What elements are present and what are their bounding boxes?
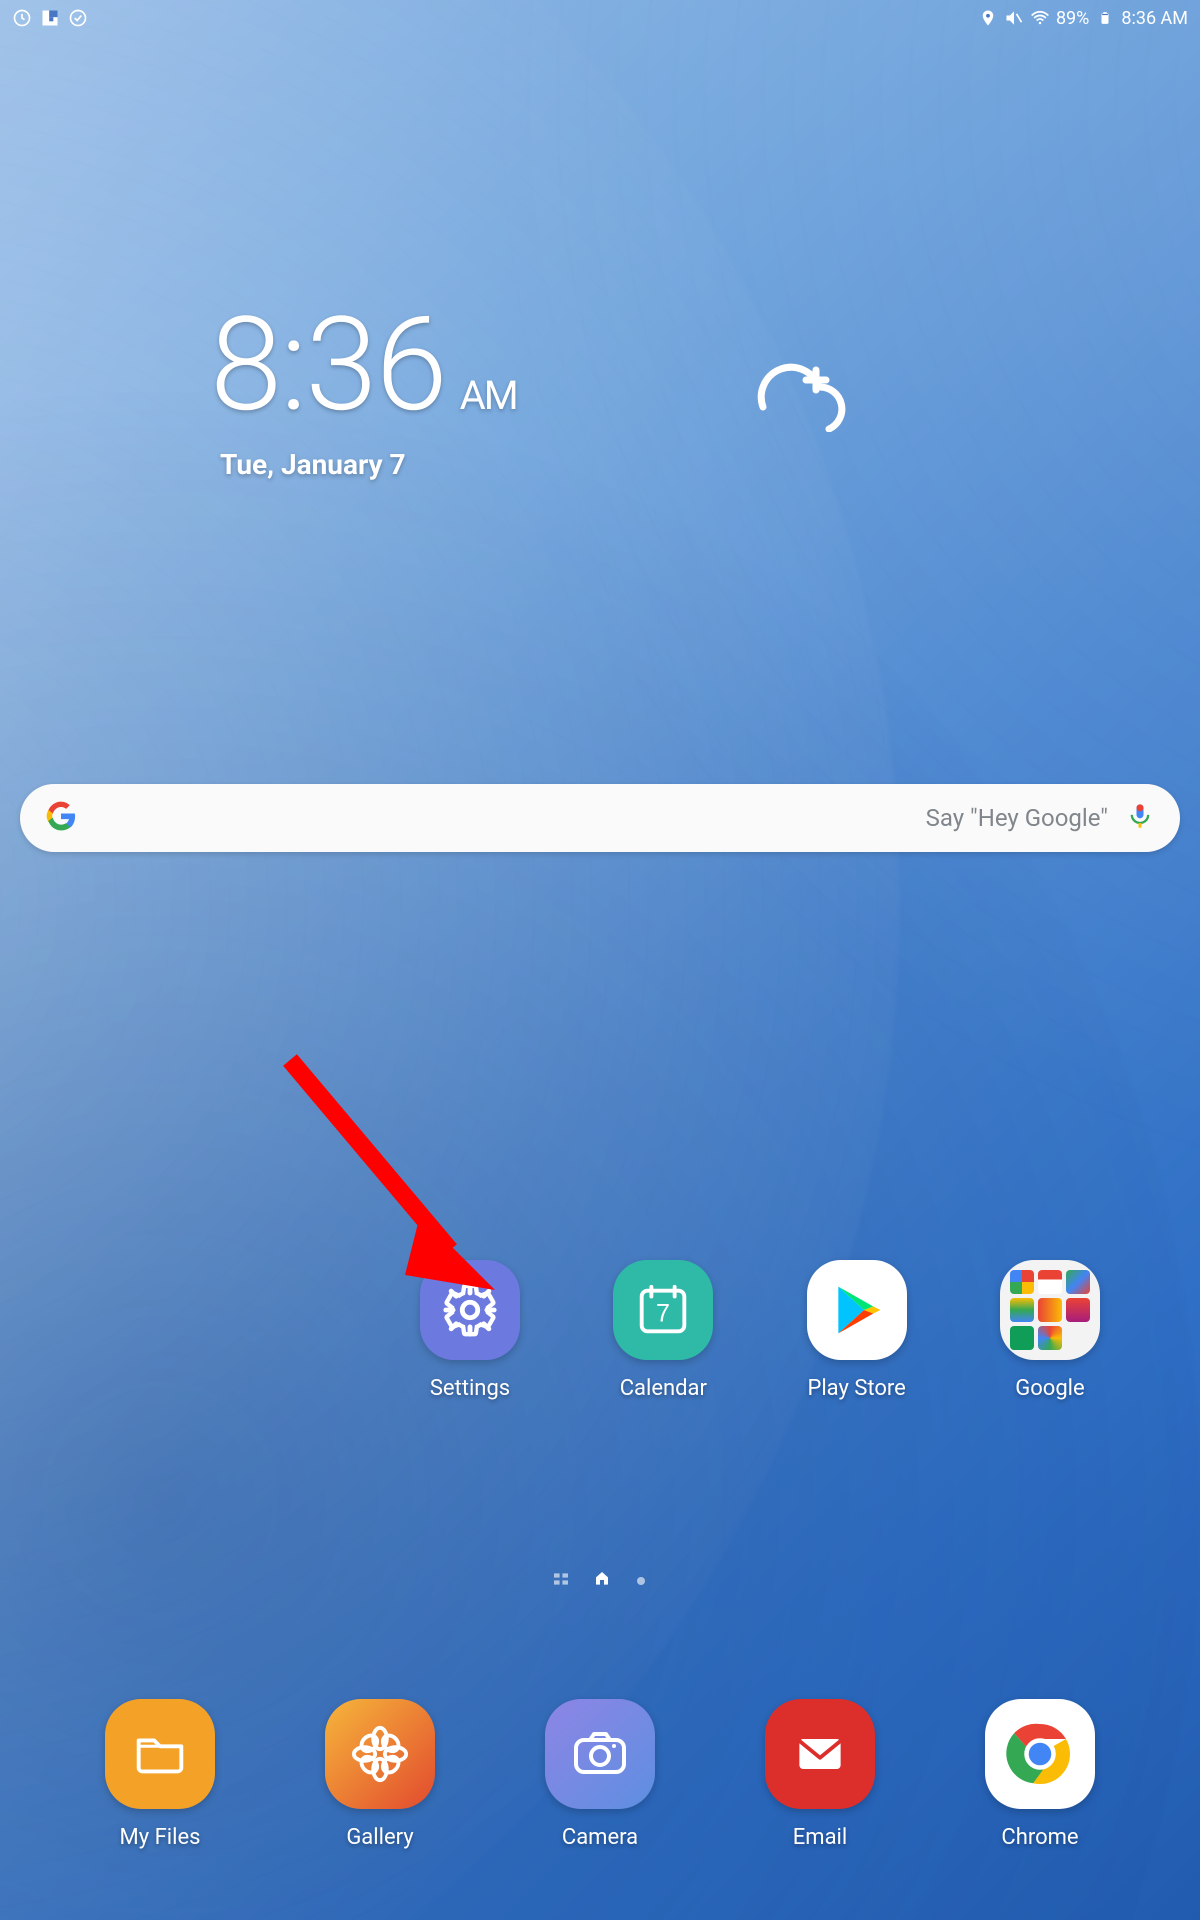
envelope-icon [790,1724,850,1784]
mic-icon[interactable] [1126,802,1154,834]
app-label: Camera [562,1825,638,1850]
svg-text:7: 7 [656,1300,670,1328]
update-icon [68,8,88,28]
app-calendar[interactable]: 7 Calendar [573,1260,753,1401]
dock: My Files Gallery [60,1699,1140,1850]
battery-pct: 89% [1056,8,1089,29]
wallpaper [0,0,1200,1920]
dock-chrome[interactable]: Chrome [940,1699,1140,1850]
app-google-folder[interactable]: Google [960,1260,1140,1401]
flipboard-icon [40,8,60,28]
mute-icon [1004,8,1024,28]
app-play-store[interactable]: Play Store [767,1260,947,1401]
location-icon [978,8,998,28]
camera-icon [568,1722,632,1786]
dock-camera[interactable]: Camera [500,1699,700,1850]
status-bar[interactable]: 89% 8:36 AM [0,0,1200,36]
cloud-plus-icon [728,342,858,432]
chrome-icon [1004,1718,1076,1790]
sync-icon [12,8,32,28]
flower-icon [349,1723,411,1785]
weather-widget[interactable] [728,342,858,436]
apps-drawer-indicator-icon[interactable] [554,1571,568,1590]
clock-time: 8:36 [210,300,446,430]
search-placeholder: Say "Hey Google" [76,804,1126,832]
app-label: Email [793,1825,847,1850]
app-label: Google [1015,1376,1084,1401]
google-g-icon [46,801,76,835]
wifi-icon [1030,8,1050,28]
calendar-icon: 7 [632,1279,694,1341]
app-label: Chrome [1001,1825,1078,1850]
app-label: My Files [120,1825,201,1850]
dock-email[interactable]: Email [720,1699,920,1850]
app-label: Gallery [346,1825,413,1850]
play-store-icon [829,1282,885,1338]
folder-icon [129,1723,191,1785]
dock-gallery[interactable]: Gallery [280,1699,480,1850]
app-label: Play Store [807,1376,905,1401]
clock-widget[interactable]: 8:36 AM Tue, January 7 [210,300,517,481]
dock-my-files[interactable]: My Files [60,1699,260,1850]
status-time: 8:36 AM [1121,8,1188,29]
annotation-arrow [270,1040,510,1304]
clock-date: Tue, January 7 [220,448,517,481]
page-dot-icon[interactable] [636,1571,646,1590]
app-label: Settings [430,1376,510,1401]
home-indicator-icon[interactable] [594,1570,610,1590]
clock-ampm: AM [460,376,517,416]
folder-icon [1010,1270,1090,1350]
battery-icon [1095,8,1115,28]
app-label: Calendar [620,1376,707,1401]
page-indicator[interactable] [0,1570,1200,1590]
google-search-bar[interactable]: Say "Hey Google" [20,784,1180,852]
